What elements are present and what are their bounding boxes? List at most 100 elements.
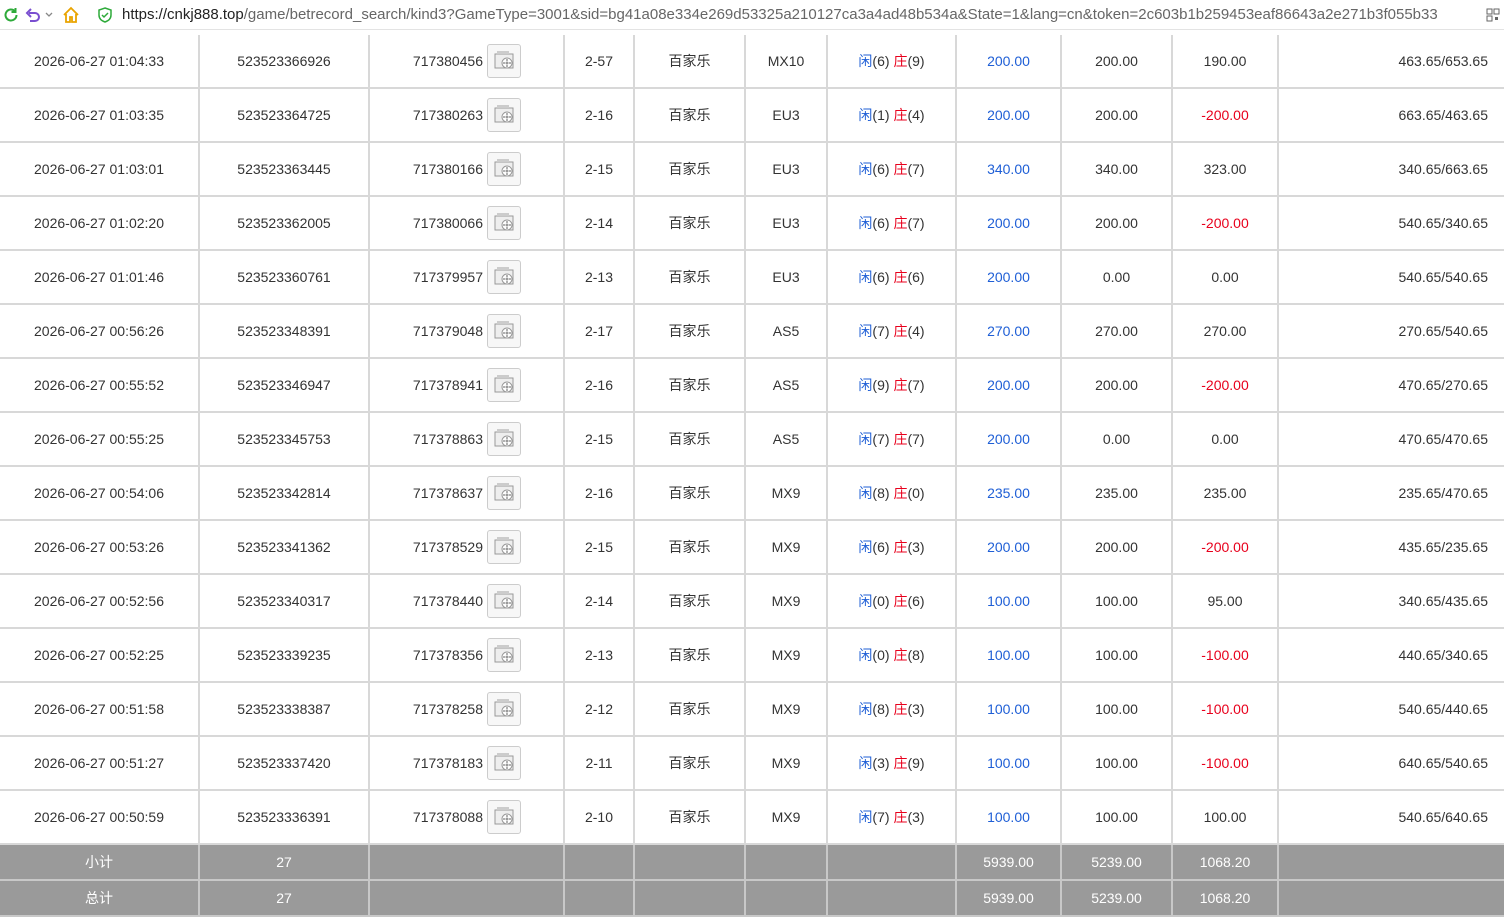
video-replay-icon[interactable] bbox=[487, 422, 521, 456]
player-label: 闲 bbox=[858, 377, 873, 393]
video-replay-icon[interactable] bbox=[487, 260, 521, 294]
cell-table: EU3 bbox=[745, 142, 828, 197]
cell-shoe: 2-13 bbox=[564, 250, 635, 305]
video-replay-icon[interactable] bbox=[487, 476, 521, 510]
player-score: (7) bbox=[872, 323, 890, 339]
cell-bet-amount: 235.00 bbox=[956, 466, 1062, 521]
cell-shoe: 2-16 bbox=[564, 88, 635, 143]
player-score: (9) bbox=[872, 377, 890, 393]
round-number: 717379957 bbox=[412, 269, 483, 285]
video-replay-icon[interactable] bbox=[487, 800, 521, 834]
total-label: 总计 bbox=[0, 880, 200, 917]
cell-round: 717378183 bbox=[369, 736, 565, 791]
video-replay-icon[interactable] bbox=[487, 746, 521, 780]
round-number: 717380456 bbox=[412, 53, 483, 69]
cell-round: 717380456 bbox=[369, 35, 565, 89]
url-field[interactable]: https://cnkj888.top/game/betrecord_searc… bbox=[122, 6, 1482, 23]
video-replay-icon[interactable] bbox=[487, 584, 521, 618]
total-valid: 5239.00 bbox=[1061, 880, 1173, 917]
cell-game: 百家乐 bbox=[634, 412, 746, 467]
cell-bet-id: 523523339235 bbox=[199, 628, 370, 683]
browser-address-bar: https://cnkj888.top/game/betrecord_searc… bbox=[0, 0, 1504, 30]
refresh-icon[interactable] bbox=[0, 4, 22, 26]
round-number: 717379048 bbox=[412, 323, 483, 339]
cell-valid-bet: 0.00 bbox=[1061, 412, 1173, 467]
cell-time: 2026-06-27 00:50:59 bbox=[0, 790, 200, 845]
player-score: (3) bbox=[872, 755, 890, 771]
cell-shoe: 2-16 bbox=[564, 358, 635, 413]
player-label: 闲 bbox=[858, 539, 873, 555]
cell-result: 闲(0) 庄(8) bbox=[827, 628, 957, 683]
cell-shoe: 2-12 bbox=[564, 682, 635, 737]
banker-label: 庄 bbox=[893, 269, 908, 285]
player-label: 闲 bbox=[858, 701, 873, 717]
cell-bet-id: 523523337420 bbox=[199, 736, 370, 791]
video-replay-icon[interactable] bbox=[487, 314, 521, 348]
player-score: (6) bbox=[872, 215, 890, 231]
player-score: (0) bbox=[872, 647, 890, 663]
cell-table: EU3 bbox=[745, 250, 828, 305]
player-label: 闲 bbox=[858, 755, 873, 771]
total-row: 总计 27 5939.00 5239.00 1068.20 bbox=[0, 880, 1504, 917]
video-replay-icon[interactable] bbox=[487, 692, 521, 726]
video-replay-icon[interactable] bbox=[487, 44, 521, 78]
round-number: 717378183 bbox=[412, 755, 483, 771]
cell-valid-bet: 200.00 bbox=[1061, 35, 1173, 89]
chevron-down-icon[interactable] bbox=[44, 4, 54, 26]
table-row: 2026-06-27 00:53:26 523523341362 717378529… bbox=[0, 520, 1504, 575]
banker-label: 庄 bbox=[893, 377, 908, 393]
cell-result: 闲(0) 庄(6) bbox=[827, 574, 957, 629]
cell-shoe: 2-16 bbox=[564, 466, 635, 521]
round-number: 717378863 bbox=[412, 431, 483, 447]
cell-result: 闲(3) 庄(9) bbox=[827, 736, 957, 791]
cell-balance: 235.65/470.65 bbox=[1278, 466, 1504, 521]
subtotal-win: 1068.20 bbox=[1172, 844, 1279, 881]
player-label: 闲 bbox=[858, 269, 873, 285]
video-replay-icon[interactable] bbox=[487, 638, 521, 672]
video-replay-icon[interactable] bbox=[487, 206, 521, 240]
cell-result: 闲(6) 庄(9) bbox=[827, 35, 957, 89]
cell-valid-bet: 0.00 bbox=[1061, 250, 1173, 305]
qr-code-icon[interactable] bbox=[1482, 8, 1504, 22]
cell-shoe: 2-15 bbox=[564, 412, 635, 467]
cell-result: 闲(8) 庄(0) bbox=[827, 466, 957, 521]
cell-table: MX9 bbox=[745, 736, 828, 791]
video-replay-icon[interactable] bbox=[487, 530, 521, 564]
cell-balance: 540.65/340.65 bbox=[1278, 196, 1504, 251]
cell-table: MX9 bbox=[745, 790, 828, 845]
cell-bet-amount: 270.00 bbox=[956, 304, 1062, 359]
cell-shoe: 2-15 bbox=[564, 142, 635, 197]
video-replay-icon[interactable] bbox=[487, 98, 521, 132]
player-score: (8) bbox=[872, 701, 890, 717]
cell-valid-bet: 100.00 bbox=[1061, 790, 1173, 845]
cell-win-loss: -200.00 bbox=[1172, 196, 1279, 251]
cell-win-loss: -200.00 bbox=[1172, 358, 1279, 413]
table-row: 2026-06-27 01:03:01 523523363445 717380166… bbox=[0, 142, 1504, 197]
cell-time: 2026-06-27 00:51:58 bbox=[0, 682, 200, 737]
cell-valid-bet: 200.00 bbox=[1061, 88, 1173, 143]
cell-win-loss: -200.00 bbox=[1172, 88, 1279, 143]
cell-balance: 663.65/463.65 bbox=[1278, 88, 1504, 143]
cell-table: MX9 bbox=[745, 520, 828, 575]
cell-round: 717379048 bbox=[369, 304, 565, 359]
player-label: 闲 bbox=[858, 431, 873, 447]
banker-score: (6) bbox=[907, 269, 925, 285]
banker-score: (8) bbox=[907, 647, 925, 663]
cell-win-loss: -100.00 bbox=[1172, 628, 1279, 683]
banker-label: 庄 bbox=[893, 107, 908, 123]
cell-bet-amount: 340.00 bbox=[956, 142, 1062, 197]
video-replay-icon[interactable] bbox=[487, 152, 521, 186]
banker-label: 庄 bbox=[893, 161, 908, 177]
banker-score: (7) bbox=[907, 215, 925, 231]
home-icon[interactable] bbox=[60, 4, 82, 26]
cell-time: 2026-06-27 01:03:01 bbox=[0, 142, 200, 197]
table-row: 2026-06-27 00:54:06 523523342814 717378637… bbox=[0, 466, 1504, 521]
video-replay-icon[interactable] bbox=[487, 368, 521, 402]
undo-icon[interactable] bbox=[22, 4, 44, 26]
cell-shoe: 2-15 bbox=[564, 520, 635, 575]
banker-label: 庄 bbox=[893, 215, 908, 231]
cell-shoe: 2-14 bbox=[564, 574, 635, 629]
cell-time: 2026-06-27 01:04:33 bbox=[0, 35, 200, 89]
cell-balance: 440.65/340.65 bbox=[1278, 628, 1504, 683]
cell-round: 717378941 bbox=[369, 358, 565, 413]
